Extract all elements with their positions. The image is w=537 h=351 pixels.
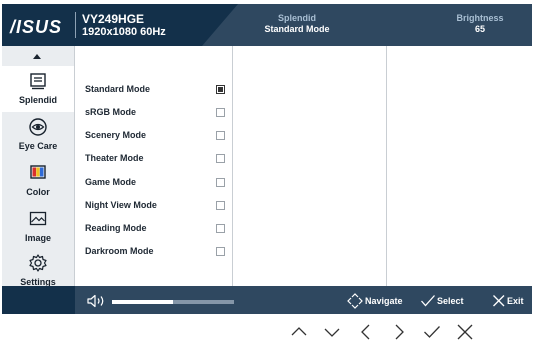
sidebar-item-label: Splendid	[19, 95, 57, 105]
sidebar: Splendid Eye Care Color Image Settings	[2, 46, 75, 301]
mode-option-theater[interactable]: Theater Mode	[85, 153, 225, 167]
mode-option-label: Night View Mode	[85, 200, 157, 210]
check-icon	[421, 295, 435, 307]
color-icon	[30, 165, 46, 179]
check-icon[interactable]	[422, 322, 442, 342]
brightness-status: Brightness 65	[440, 13, 520, 34]
mode-option-label: Darkroom Mode	[85, 246, 154, 256]
mode-checkbox[interactable]	[216, 247, 225, 256]
mode-option-label: sRGB Mode	[85, 107, 137, 117]
mode-option-label: Game Mode	[85, 177, 137, 187]
select-hint-label: Select	[437, 296, 464, 306]
mode-checkbox[interactable]	[216, 108, 225, 117]
sidebar-item-label: Eye Care	[18, 141, 58, 151]
splendid-icon	[30, 73, 46, 90]
splendid-status-label: Splendid	[278, 13, 316, 23]
mode-checkbox[interactable]	[216, 178, 225, 187]
mode-option-game[interactable]: Game Mode	[85, 177, 225, 191]
select-hint: Select	[420, 293, 470, 309]
scroll-up-icon[interactable]	[33, 54, 41, 59]
close-icon[interactable]	[455, 322, 475, 342]
mode-option-srgb[interactable]: sRGB Mode	[85, 107, 225, 121]
close-icon	[493, 295, 505, 307]
column-divider	[386, 46, 387, 286]
sidebar-item-image[interactable]: Image	[2, 204, 74, 250]
volume-slider-fill	[112, 300, 173, 304]
sidebar-item-splendid[interactable]: Splendid	[2, 66, 74, 112]
resolution-info: 1920x1080 60Hz	[82, 26, 166, 38]
mode-checkbox[interactable]	[216, 154, 225, 163]
mode-option-reading[interactable]: Reading Mode	[85, 223, 225, 237]
brightness-status-value: 65	[474, 24, 485, 34]
menu-content: Standard Mode sRGB Mode Scenery Mode The…	[75, 46, 532, 286]
osd-header: /ISUS VY249HGE 1920x1080 60Hz Splendid S…	[2, 4, 532, 46]
chevron-right-icon[interactable]	[389, 322, 409, 342]
model-name: VY249HGE	[82, 12, 145, 26]
chevron-down-icon[interactable]	[322, 322, 342, 342]
mode-option-night-view[interactable]: Night View Mode	[85, 200, 225, 214]
footer-left-block	[2, 286, 75, 314]
sidebar-item-label: Color	[26, 187, 50, 197]
mode-option-label: Theater Mode	[85, 153, 144, 163]
header-divider	[75, 12, 76, 38]
mode-option-label: Standard Mode	[85, 84, 151, 94]
chevron-left-icon[interactable]	[356, 322, 376, 342]
exit-hint: Exit	[492, 293, 528, 309]
brand-logo: /ISUS	[10, 17, 63, 37]
mode-option-standard[interactable]: Standard Mode	[85, 84, 225, 98]
image-icon	[29, 211, 47, 226]
mode-option-label: Reading Mode	[85, 223, 147, 233]
gear-icon	[29, 254, 47, 272]
sidebar-item-label: Image	[24, 233, 51, 243]
volume-icon	[87, 294, 104, 308]
navigate-hint: Navigate	[346, 293, 408, 309]
navigate-hint-label: Navigate	[365, 296, 403, 306]
mode-checkbox[interactable]	[216, 201, 225, 210]
eye-icon	[29, 118, 47, 136]
splendid-status-value: Standard Mode	[264, 24, 330, 34]
mode-checkbox[interactable]	[216, 131, 225, 140]
brightness-status-label: Brightness	[456, 13, 504, 23]
navigate-icon	[347, 293, 363, 309]
osd-menu: /ISUS VY249HGE 1920x1080 60Hz Splendid S…	[2, 4, 532, 314]
mode-option-scenery[interactable]: Scenery Mode	[85, 130, 225, 144]
chevron-up-icon[interactable]	[289, 322, 309, 342]
sidebar-item-color[interactable]: Color	[2, 158, 74, 204]
sidebar-item-eye-care[interactable]: Eye Care	[2, 112, 74, 158]
mode-option-label: Scenery Mode	[85, 130, 147, 140]
mode-checkbox[interactable]	[216, 224, 225, 233]
mode-option-darkroom[interactable]: Darkroom Mode	[85, 246, 225, 260]
mode-checkbox-checked[interactable]	[216, 85, 225, 94]
column-divider	[232, 46, 233, 286]
volume-slider[interactable]	[112, 300, 234, 304]
splendid-status: Splendid Standard Mode	[252, 13, 342, 34]
exit-hint-label: Exit	[507, 296, 524, 306]
